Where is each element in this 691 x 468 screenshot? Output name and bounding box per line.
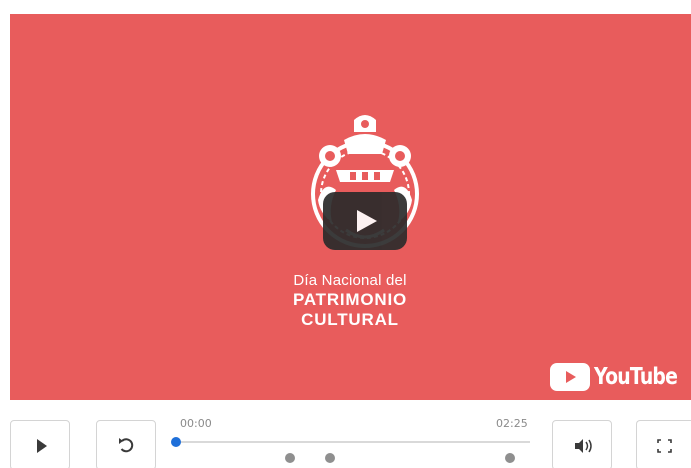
video-frame[interactable]: Día Nacional del PATRIMONIO CULTURAL You… xyxy=(10,14,691,400)
replay-icon xyxy=(119,438,134,453)
duration: 02:25 xyxy=(496,417,528,430)
control-bar: 00:00 02:25 xyxy=(0,400,691,468)
volume-button[interactable] xyxy=(552,420,612,468)
title-line-3: CULTURAL xyxy=(301,310,399,329)
title-line-2: PATRIMONIO xyxy=(292,290,408,309)
title-line-1: Día Nacional del xyxy=(293,272,407,289)
replay-button[interactable] xyxy=(96,420,156,468)
seek-bar[interactable] xyxy=(171,437,530,463)
chapter-marker[interactable] xyxy=(505,453,515,463)
chapter-marker[interactable] xyxy=(325,453,335,463)
youtube-logo-icon xyxy=(550,363,590,391)
fullscreen-button[interactable] xyxy=(636,420,691,468)
video-title: Día Nacional del PATRIMONIO CULTURAL xyxy=(240,272,460,330)
youtube-watermark[interactable]: YouTube xyxy=(550,360,691,394)
youtube-wordmark: YouTube xyxy=(594,364,678,390)
volume-icon xyxy=(575,439,592,453)
play-icon xyxy=(37,439,47,453)
chapter-marker[interactable] xyxy=(285,453,295,463)
play-button[interactable] xyxy=(10,420,70,468)
fullscreen-icon xyxy=(657,439,672,453)
seek-bar-playhead[interactable] xyxy=(171,437,181,447)
video-player: Día Nacional del PATRIMONIO CULTURAL You… xyxy=(0,0,691,468)
play-icon xyxy=(357,210,377,232)
current-time: 00:00 xyxy=(180,417,212,430)
video-play-button[interactable] xyxy=(323,192,407,250)
